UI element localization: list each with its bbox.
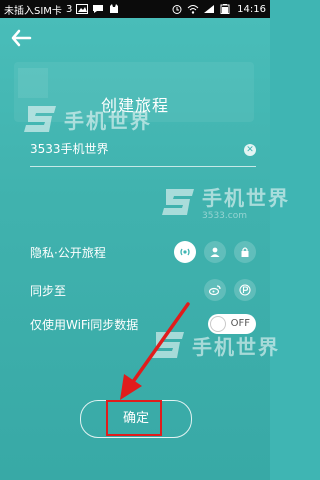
watermark-text: 手机世界 xyxy=(64,108,152,133)
red-arrow-annotation xyxy=(120,302,190,400)
p-logo-icon xyxy=(239,284,251,296)
privacy-label: 隐私·公开旅程 xyxy=(30,245,106,260)
sync-p-option[interactable] xyxy=(234,279,256,301)
alarm-icon xyxy=(172,5,182,14)
status-time: 14:16 xyxy=(237,3,266,15)
trip-name-field[interactable]: 3533手机世界 ✕ xyxy=(30,134,256,167)
public-option[interactable] xyxy=(174,241,196,263)
signal-icon xyxy=(204,5,215,13)
friends-option[interactable] xyxy=(204,241,226,263)
sync-label: 同步至 xyxy=(30,283,67,298)
watermark-s-icon xyxy=(162,188,194,215)
red-highlight-box xyxy=(106,400,162,436)
private-option[interactable] xyxy=(234,241,256,263)
toggle-state-label: OFF xyxy=(230,318,250,329)
cat-icon xyxy=(110,4,119,13)
person-icon xyxy=(210,247,220,257)
watermark-text: 手机世界 xyxy=(202,186,290,210)
sync-weibo-option[interactable] xyxy=(204,279,226,301)
back-arrow-icon[interactable] xyxy=(10,28,32,48)
watermark-logo-2: 手机世界 3533.com xyxy=(160,182,290,221)
clear-icon[interactable]: ✕ xyxy=(244,144,256,156)
watermark-s-icon xyxy=(24,106,56,132)
watermark-url: 3533.com xyxy=(202,211,247,221)
status-bar: 未插入SIM卡 3 14:16 xyxy=(0,0,270,18)
carrier-text: 未插入SIM卡 xyxy=(4,5,62,17)
image-icon xyxy=(76,4,89,14)
weibo-icon xyxy=(208,285,221,296)
chat-icon xyxy=(93,5,104,13)
battery-icon xyxy=(220,4,230,14)
watermark-text: 手机世界 xyxy=(192,334,280,359)
carrier-num: 3 xyxy=(65,3,73,15)
lock-icon xyxy=(241,247,249,257)
broadcast-icon xyxy=(180,248,190,256)
trip-name-value[interactable]: 3533手机世界 xyxy=(30,140,109,157)
watermark-logo: 手机世界 xyxy=(22,104,152,134)
privacy-row: 隐私·公开旅程 xyxy=(30,238,256,266)
wifi-icon xyxy=(187,5,199,14)
